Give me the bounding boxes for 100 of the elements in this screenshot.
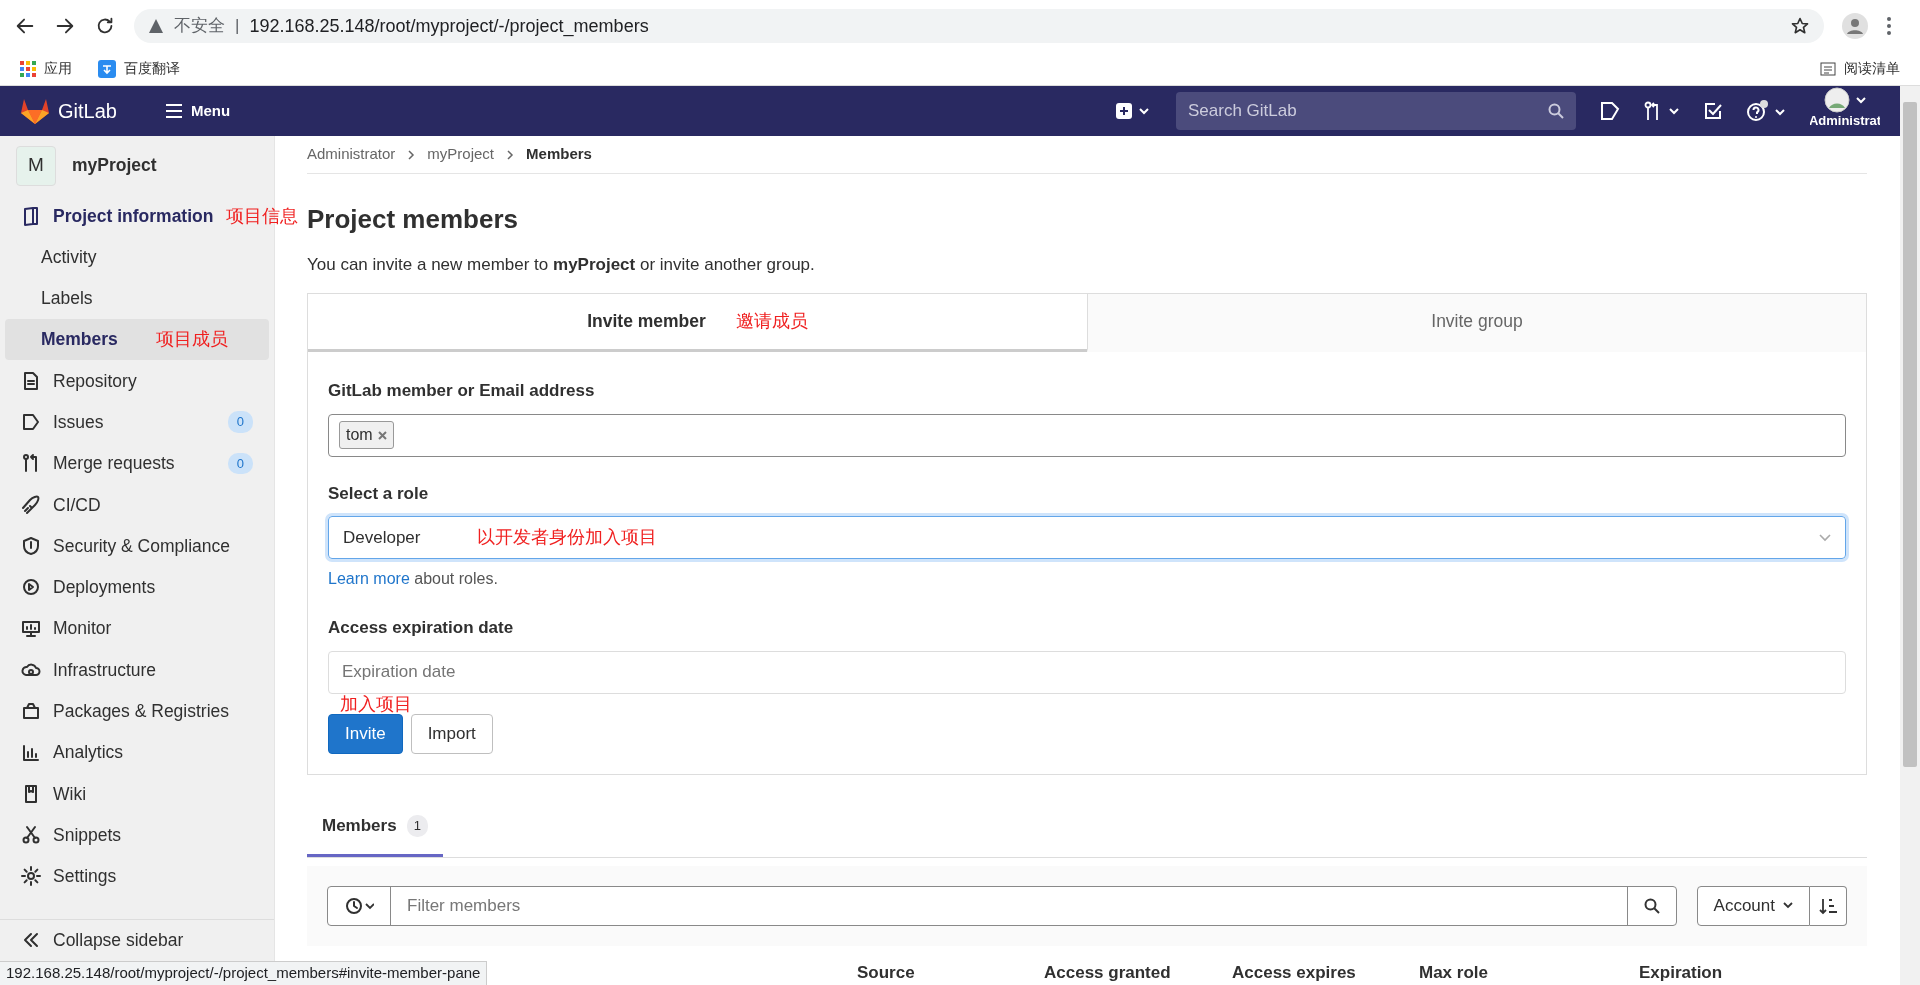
menu-button[interactable]: Menu — [164, 99, 231, 123]
sidebar-item[interactable]: Labels — [5, 277, 269, 319]
field-label: Select a role — [328, 482, 430, 505]
invite-button[interactable]: Invite — [328, 713, 403, 754]
sidebar-item[interactable]: Infrastructure — [5, 649, 269, 691]
todo-icon[interactable] — [1704, 102, 1722, 120]
column-header: Access expires — [1232, 961, 1357, 984]
search-field[interactable]: Search GitLab — [1176, 92, 1576, 130]
chart-icon — [21, 742, 41, 763]
reading-list-button[interactable]: 阅读清单 — [1820, 58, 1900, 79]
count-badge: 1 — [406, 815, 428, 837]
tab[interactable]: Invite group — [1087, 294, 1866, 352]
filter-field[interactable]: Filter members — [327, 885, 1677, 926]
sidebar-item[interactable]: Repository — [5, 360, 269, 402]
sort-icon — [1818, 896, 1838, 915]
avatar-icon — [1823, 86, 1867, 114]
shield-icon — [21, 536, 41, 556]
date-input-field[interactable]: Expiration date — [328, 650, 1846, 694]
sidebar-item[interactable]: Issues 0 — [5, 401, 269, 443]
package-icon — [21, 701, 41, 722]
breadcrumb-link[interactable]: myProject — [427, 143, 495, 166]
column-header: Source — [857, 961, 916, 984]
description-text: You can invite a new member to myProject or invite another group. — [307, 253, 816, 276]
sidebar-item[interactable]: Settings — [5, 855, 269, 898]
sidebar-item[interactable]: Project information — [5, 195, 216, 237]
scrollbar[interactable] — [1900, 86, 1920, 985]
merge-request-icon[interactable] — [1644, 101, 1680, 121]
token[interactable]: tom — [339, 421, 394, 449]
file-icon — [21, 370, 41, 391]
count-badge: 0 — [227, 411, 253, 433]
help-icon[interactable] — [1746, 100, 1786, 122]
page-title: Project members — [307, 204, 519, 236]
issues-icon — [21, 412, 41, 433]
project-name[interactable]: myProject — [72, 152, 157, 179]
scissors-icon — [21, 825, 41, 846]
help-link[interactable]: Learn more — [328, 570, 410, 587]
monitor-icon — [21, 618, 41, 639]
translate-icon — [98, 59, 116, 78]
field-label: Access expiration date — [328, 617, 515, 639]
chevron-down-icon — [1783, 902, 1793, 909]
annotation-text: 以开发者身份加入项目 — [476, 526, 658, 549]
chevron-down-icon — [1819, 533, 1831, 542]
warning-icon — [148, 18, 164, 34]
deploy-icon — [21, 577, 41, 598]
sidebar-item[interactable]: Security & Compliance — [5, 525, 269, 567]
book-icon — [21, 205, 41, 226]
sort-direction-button[interactable] — [1810, 885, 1847, 926]
import-button[interactable]: Import — [410, 713, 493, 754]
column-header: Expiration — [1639, 961, 1724, 984]
list-icon — [1820, 60, 1836, 77]
sidebar-item[interactable]: Activity — [5, 236, 269, 278]
address-field[interactable]: 192.168.25.148/root/myproject/-/project_members — [249, 12, 1780, 40]
role-select[interactable]: Developer 以开发者身份加入项目 — [328, 516, 1846, 559]
column-header: Max role — [1419, 961, 1489, 984]
count-badge: 0 — [227, 452, 253, 475]
more-icon[interactable] — [1886, 16, 1892, 36]
help-text: Learn more about roles. — [328, 569, 499, 589]
sidebar-item[interactable]: Monitor — [5, 607, 269, 650]
search-icon — [1643, 897, 1660, 914]
chevron-icon — [506, 149, 515, 160]
close-icon[interactable] — [377, 430, 387, 440]
breadcrumb-link[interactable]: Administrator — [307, 143, 396, 166]
apps-icon — [20, 60, 36, 77]
settings-icon — [21, 866, 41, 887]
sidebar-item[interactable]: Analytics — [5, 731, 269, 774]
security-label: 不安全 — [174, 15, 225, 38]
tab[interactable]: Members 1 — [307, 798, 443, 857]
annotation-text: 加入项目 — [340, 693, 413, 714]
logo[interactable]: GitLab — [20, 96, 117, 126]
new-item-icon[interactable] — [1116, 102, 1152, 120]
search-icon — [1548, 103, 1564, 119]
profile-icon[interactable] — [1842, 13, 1868, 39]
scroll-thumb[interactable] — [1903, 102, 1917, 767]
sidebar-item[interactable]: Deployments — [5, 566, 269, 608]
sidebar-item[interactable]: Wiki — [5, 773, 269, 815]
annotation-text: 项目成员 — [155, 328, 228, 352]
breadcrumb-link[interactable]: Members — [526, 143, 592, 166]
star-icon[interactable] — [1790, 16, 1810, 36]
member-input-field[interactable]: tom — [328, 413, 1846, 457]
sort-dropdown[interactable]: Account — [1696, 885, 1810, 926]
annotation-text: 邀请成员 — [735, 310, 808, 333]
sidebar-item[interactable]: CI/CD — [5, 484, 269, 526]
bookmark[interactable]: 百度翻译 — [98, 58, 180, 79]
fox-icon — [20, 97, 50, 125]
menu-icon — [164, 103, 183, 119]
rocket-icon — [21, 494, 41, 515]
annotation-text: 项目信息 — [226, 205, 298, 228]
issues-icon[interactable] — [1600, 101, 1620, 121]
sidebar-item[interactable]: Merge requests 0 — [5, 442, 269, 485]
sidebar-item[interactable]: Packages & Registries — [5, 690, 269, 732]
separator-text: | — [235, 15, 240, 38]
sidebar-item[interactable]: Members 项目成员 — [5, 318, 269, 361]
sidebar-item[interactable]: Snippets — [5, 814, 269, 856]
chevron-icon — [407, 149, 416, 160]
bookmark[interactable]: 应用 — [20, 58, 72, 79]
project-avatar: M — [16, 145, 56, 186]
collapse-button[interactable]: Collapse sidebar — [5, 919, 269, 961]
logo-text: GitLab — [58, 99, 117, 124]
status-bar: 192.168.25.148/root/myproject/-/project_members#invite-member-pane — [0, 961, 488, 985]
column-header: Access granted — [1044, 961, 1172, 984]
